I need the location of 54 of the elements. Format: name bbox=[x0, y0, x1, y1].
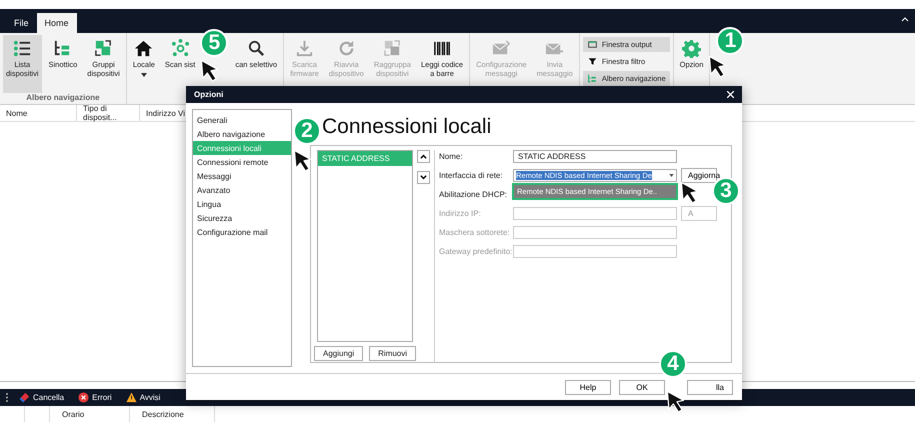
error-icon bbox=[78, 392, 90, 403]
caret-icon bbox=[669, 174, 674, 177]
column-header[interactable]: Tipo di disposit... bbox=[77, 105, 140, 121]
field-label: Abilitazione DHCP: bbox=[439, 190, 508, 199]
category-item[interactable]: Lingua bbox=[193, 197, 291, 211]
page-heading: Connessioni locali bbox=[322, 115, 492, 139]
ribbon-icon bbox=[134, 39, 154, 58]
dialog-button[interactable]: OK bbox=[619, 380, 665, 394]
ribbon-icon bbox=[432, 39, 452, 58]
field-label: Indirizzo IP: bbox=[439, 209, 482, 218]
dialog-button[interactable]: lla bbox=[687, 380, 733, 394]
category-item[interactable]: Sicurezza bbox=[193, 211, 291, 225]
ribbon-tab[interactable]: Home bbox=[36, 13, 77, 33]
move-down-button[interactable] bbox=[417, 171, 430, 184]
column-header[interactable]: Nome bbox=[0, 105, 77, 121]
ribbon-icon bbox=[94, 39, 114, 58]
group-label: Albero navigazione bbox=[25, 93, 101, 104]
dialog-title: Opzioni bbox=[194, 90, 224, 99]
move-up-button[interactable] bbox=[417, 150, 430, 163]
pointer-arrow-icon bbox=[708, 55, 728, 80]
warning-icon bbox=[126, 392, 137, 403]
column-header[interactable]: Orario bbox=[50, 406, 130, 422]
category-item[interactable]: Configurazione mail bbox=[193, 225, 291, 239]
log-button[interactable]: Avvisi bbox=[122, 391, 164, 404]
eraser-icon bbox=[19, 392, 30, 403]
category-item[interactable]: Albero navigazione bbox=[193, 127, 291, 141]
dialog-button[interactable]: Help bbox=[565, 380, 611, 394]
toggle-icon bbox=[586, 73, 598, 84]
close-icon[interactable] bbox=[727, 91, 734, 98]
category-item[interactable]: Messaggi bbox=[193, 169, 291, 183]
field-label: Nome: bbox=[439, 152, 464, 161]
column-header[interactable]: Descrizione bbox=[130, 406, 215, 422]
ribbon-tab[interactable]: File bbox=[6, 13, 37, 33]
pointer-arrow-icon bbox=[200, 59, 220, 84]
log-button[interactable]: Cancella bbox=[16, 391, 68, 404]
log-button[interactable]: Errori bbox=[75, 391, 115, 404]
ribbon-icon bbox=[682, 39, 702, 58]
ribbon-icon bbox=[170, 39, 190, 58]
field-label: Maschera sottorete: bbox=[439, 228, 511, 237]
ribbon-icon bbox=[382, 39, 402, 58]
field-label: Gateway predefinito: bbox=[439, 247, 513, 256]
field-label: Interfaccia di rete: bbox=[439, 171, 504, 180]
text-field[interactable]: STATIC ADDRESS bbox=[513, 150, 677, 163]
ribbon-icon bbox=[294, 39, 314, 58]
ribbon-icon bbox=[246, 39, 266, 58]
category-item[interactable]: Avanzato bbox=[193, 183, 291, 197]
toggle-icon bbox=[586, 39, 598, 50]
ribbon-icon bbox=[336, 39, 356, 58]
ribbon-icon bbox=[12, 39, 32, 58]
list-button[interactable]: Rimuovi bbox=[369, 346, 416, 361]
list-button[interactable]: Aggiungi bbox=[314, 346, 364, 361]
collapse-icon[interactable] bbox=[901, 15, 909, 23]
category-item[interactable]: Connessioni remote bbox=[193, 155, 291, 169]
toggle-icon bbox=[586, 56, 598, 67]
